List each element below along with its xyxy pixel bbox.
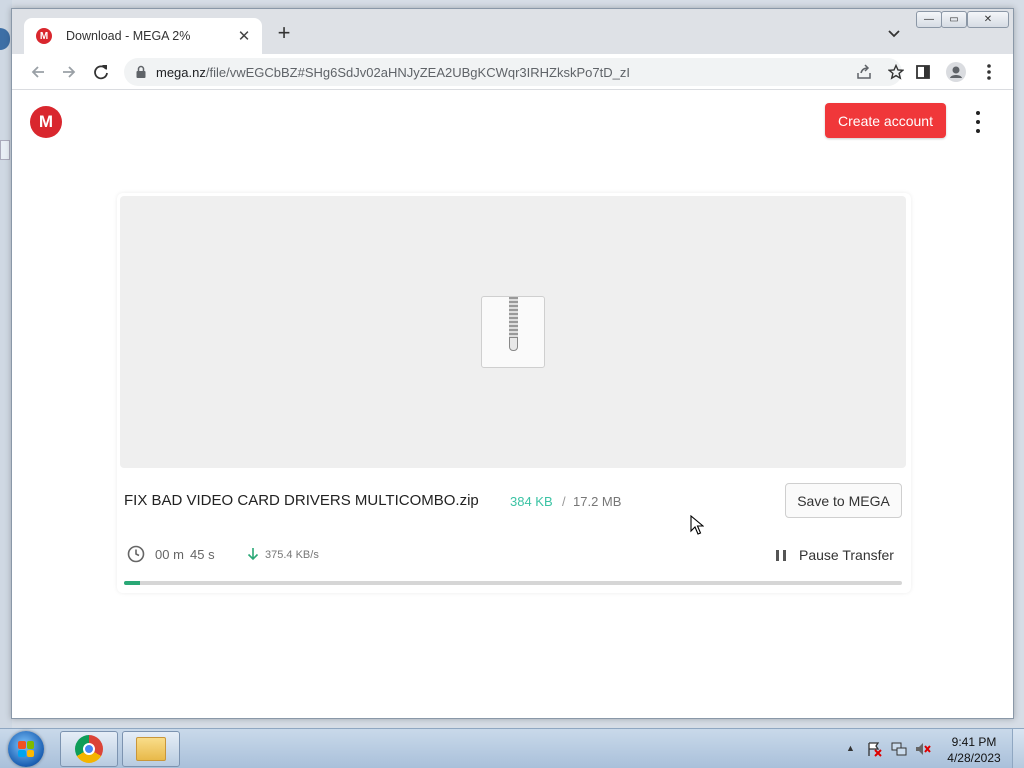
tab-title: Download - MEGA 2% <box>66 29 191 43</box>
more-options-icon[interactable] <box>970 111 986 133</box>
transfer-stats-row: 00 m 45 s 375.4 KB/s Pause Transfer <box>124 543 904 567</box>
time-remaining-seconds: 45 s <box>190 547 215 562</box>
tab-strip: M Download - MEGA 2% ✕ + — ▭ ✕ <box>12 9 1013 54</box>
file-preview <box>120 196 906 468</box>
side-panel-icon <box>916 65 930 79</box>
tab-search-chevron-icon[interactable] <box>886 25 902 41</box>
create-account-button[interactable]: Create account <box>825 103 946 138</box>
profile-avatar-icon <box>946 62 966 82</box>
size-separator: / <box>562 494 566 509</box>
show-hidden-icons-icon[interactable]: ▲ <box>846 743 855 753</box>
reload-button[interactable] <box>89 60 113 84</box>
start-button[interactable] <box>8 731 44 767</box>
download-card: FIX BAD VIDEO CARD DRIVERS MULTICOMBO.zi… <box>117 193 911 593</box>
clock-time: 9:41 PM <box>951 735 997 749</box>
mega-download-page: M Create account FIX BAD VIDEO CARD DRIV… <box>12 91 1013 718</box>
volume-muted-icon[interactable] <box>915 741 931 757</box>
mega-favicon-icon: M <box>36 28 52 44</box>
pause-icon[interactable] <box>776 550 786 561</box>
download-arrow-icon <box>247 548 259 561</box>
pause-transfer-button[interactable]: Pause Transfer <box>799 547 894 563</box>
mouse-cursor-icon <box>690 515 704 535</box>
tab-mega-download[interactable]: M Download - MEGA 2% ✕ <box>24 18 262 54</box>
file-info-row: FIX BAD VIDEO CARD DRIVERS MULTICOMBO.zi… <box>124 483 904 523</box>
close-window-button[interactable]: ✕ <box>967 11 1009 28</box>
url-path: /file/vwEGCbBZ#SHg6SdJv02aHNJyZEA2UBgKCW… <box>205 64 630 80</box>
save-to-mega-button[interactable]: Save to MEGA <box>785 483 902 518</box>
close-tab-icon[interactable]: ✕ <box>236 27 252 45</box>
show-desktop-button[interactable] <box>1012 729 1024 768</box>
chrome-icon <box>75 735 103 763</box>
address-bar[interactable]: mega.nz/file/vwEGCbBZ#SHg6SdJv02aHNJyZEA… <box>124 58 904 86</box>
desktop-icon[interactable] <box>0 28 10 50</box>
transfer-speed: 375.4 KB/s <box>265 549 319 561</box>
network-icon[interactable] <box>891 741 907 757</box>
time-remaining-minutes: 00 m <box>155 547 184 562</box>
windows-taskbar: ▲ 9:41 PM 4/28/2023 <box>0 728 1024 768</box>
desktop-icon[interactable] <box>0 140 10 160</box>
new-tab-button[interactable]: + <box>274 22 294 45</box>
bookmark-star-icon[interactable] <box>888 64 904 80</box>
taskbar-clock[interactable]: 9:41 PM 4/28/2023 <box>942 734 1006 766</box>
windows-logo-icon <box>18 741 34 757</box>
folder-icon <box>136 737 166 761</box>
clock-icon <box>127 545 145 563</box>
profile-button[interactable] <box>946 62 966 82</box>
side-panel-button[interactable] <box>913 62 933 82</box>
clock-date: 4/28/2023 <box>947 751 1001 765</box>
back-button[interactable] <box>26 60 50 84</box>
downloaded-size: 384 KB <box>510 494 553 509</box>
forward-arrow-icon <box>63 66 76 78</box>
share-icon[interactable] <box>856 64 872 80</box>
more-vert-icon <box>987 64 991 80</box>
mega-logo[interactable]: M <box>30 106 62 138</box>
url-text[interactable]: mega.nz/file/vwEGCbBZ#SHg6SdJv02aHNJyZEA… <box>156 65 836 80</box>
download-progress-fill <box>124 581 140 585</box>
url-host: mega.nz <box>156 64 206 80</box>
lock-icon[interactable] <box>134 65 148 79</box>
taskbar-chrome[interactable] <box>60 731 118 767</box>
taskbar-explorer[interactable] <box>122 731 180 767</box>
reload-icon <box>94 65 108 80</box>
zip-file-icon <box>481 296 545 368</box>
action-center-flag-icon[interactable] <box>866 741 882 757</box>
browser-toolbar: mega.nz/file/vwEGCbBZ#SHg6SdJv02aHNJyZEA… <box>12 54 1013 90</box>
maximize-button[interactable]: ▭ <box>941 11 967 28</box>
forward-button[interactable] <box>57 60 81 84</box>
file-name: FIX BAD VIDEO CARD DRIVERS MULTICOMBO.zi… <box>124 492 479 509</box>
total-size: 17.2 MB <box>573 494 622 509</box>
browser-window: M Download - MEGA 2% ✕ + — ▭ ✕ mega.nz/f… <box>11 8 1014 719</box>
download-progress-bar <box>124 581 902 585</box>
minimize-button[interactable]: — <box>916 11 942 28</box>
back-arrow-icon <box>31 66 44 78</box>
chrome-menu-button[interactable] <box>979 62 999 82</box>
